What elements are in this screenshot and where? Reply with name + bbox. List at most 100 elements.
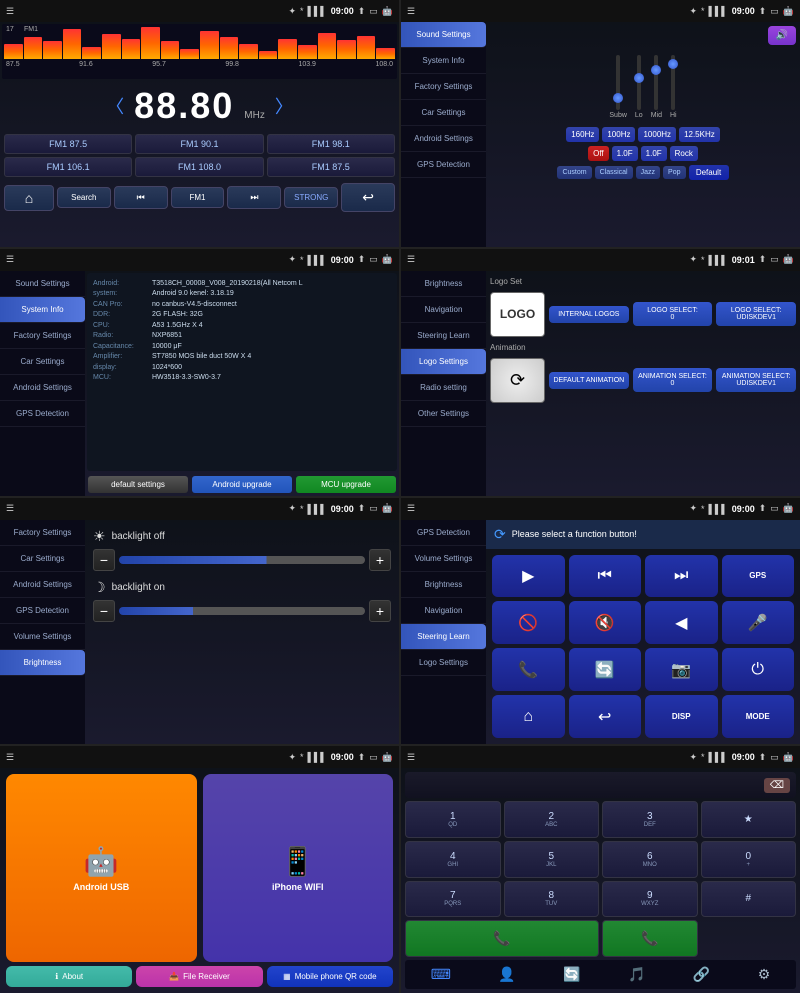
strong-button[interactable]: STRONG [284,187,338,208]
subw-slider[interactable]: Subw [609,55,627,119]
key-5[interactable]: 5JKL [504,841,600,878]
sb-volume[interactable]: Volume Settings [0,624,85,650]
sb-gps-det[interactable]: GPS Detection [401,520,486,546]
eq-rock[interactable]: Rock [670,146,698,161]
backlight-off-plus[interactable]: + [369,549,391,571]
sb-gps-b[interactable]: GPS Detection [0,598,85,624]
key-7[interactable]: 7PQRS [405,881,501,918]
gps-phone[interactable]: 📞 [492,648,565,691]
gps-next[interactable]: ⏭ [645,555,718,598]
sidebar-factory[interactable]: Factory Settings [0,323,85,349]
android-upgrade-btn[interactable]: Android upgrade [192,476,292,493]
preset-4[interactable]: FM1 106.1 [4,157,132,177]
key-1[interactable]: 1QD [405,801,501,838]
key-6[interactable]: 6MNO [602,841,698,878]
dial-contacts-icon[interactable]: 👤 [492,964,521,985]
freq-160hz[interactable]: 160Hz [566,127,599,142]
gps-camera[interactable]: 📷 [645,648,718,691]
sb-android-b[interactable]: Android Settings [0,572,85,598]
sidebar-other-l[interactable]: Other Settings [401,401,486,427]
sb-steering[interactable]: Steering Learn [401,624,486,650]
backlight-on-plus[interactable]: + [369,600,391,622]
sidebar-sound[interactable]: Sound Settings [0,271,85,297]
logo-select-udisk[interactable]: LOGO SELECT:UDISKDEV1 [716,302,796,326]
sidebar-item-sound-settings[interactable]: Sound Settings [401,22,486,48]
key-3[interactable]: 3DEF [602,801,698,838]
mcu-upgrade-btn[interactable]: MCU upgrade [296,476,396,493]
sb-bright-g[interactable]: Brightness [401,572,486,598]
key-hash[interactable]: # [701,881,797,918]
about-button[interactable]: ℹ About [6,966,132,987]
key-8[interactable]: 8TUV [504,881,600,918]
back-button[interactable]: ↩ [341,183,395,212]
mid-slider[interactable]: Mid [651,55,662,119]
sidebar-item-system-info[interactable]: System Info [401,48,486,74]
preset-custom[interactable]: Custom [557,166,591,179]
sidebar-logo-l[interactable]: Logo Settings [401,349,486,375]
logo-select-0[interactable]: LOGO SELECT:0 [633,302,713,326]
gps-mic[interactable]: 🎤 [722,601,795,644]
preset-1[interactable]: FM1 87.5 [4,134,132,154]
gps-home[interactable]: ⌂ [492,695,565,738]
preset-jazz[interactable]: Jazz [636,166,660,179]
sidebar-item-android[interactable]: Android Settings [401,126,486,152]
sidebar-android-s[interactable]: Android Settings [0,375,85,401]
sidebar-item-car[interactable]: Car Settings [401,100,486,126]
backlight-off-track[interactable] [119,556,365,564]
iphone-wifi-card[interactable]: 📱 iPhone WIFI [203,774,394,962]
android-usb-card[interactable]: 🤖 Android USB [6,774,197,962]
gps-refresh[interactable]: 🔄 [569,648,642,691]
sb-factory[interactable]: Factory Settings [0,520,85,546]
sb-logo-g[interactable]: Logo Settings [401,650,486,676]
next-button[interactable]: ⏭ [227,186,281,209]
anim-select-udisk[interactable]: ANIMATION SELECT:UDISKDEV1 [716,368,796,392]
gps-vol-down[interactable]: 🔇 [569,601,642,644]
eq-off[interactable]: Off [588,146,609,161]
key-star[interactable]: ★ [701,801,797,838]
key-4[interactable]: 4GHI [405,841,501,878]
preset-6[interactable]: FM1 87.5 [267,157,395,177]
preset-5[interactable]: FM1 108.0 [135,157,263,177]
freq-down-arrow[interactable]: 〈 [106,93,124,119]
gps-mode[interactable]: MODE [722,695,795,738]
default-settings-btn[interactable]: default settings [88,476,188,493]
gps-disp[interactable]: DISP [645,695,718,738]
sb-car[interactable]: Car Settings [0,546,85,572]
gps-mute[interactable]: 🚫 [492,601,565,644]
gps-back[interactable]: ◀ [645,601,718,644]
fm1-button[interactable]: FM1 [171,187,225,208]
audio-output-button[interactable]: 🔊 [768,26,796,45]
sb-vol-g[interactable]: Volume Settings [401,546,486,572]
sidebar-radio-l[interactable]: Radio setting [401,375,486,401]
dial-settings-icon[interactable]: ⚙ [752,964,777,985]
qr-code-button[interactable]: ▦ Mobile phone QR code [267,966,393,987]
gps-play[interactable]: ▶ [492,555,565,598]
dial-recent-icon[interactable]: 🔄 [557,964,586,985]
sidebar-navigation-l[interactable]: Navigation [401,297,486,323]
hangup-button[interactable]: 📞 [602,920,698,957]
backlight-on-track[interactable] [119,607,365,615]
key-9[interactable]: 9WXYZ [602,881,698,918]
sidebar-gps-s[interactable]: GPS Detection [0,401,85,427]
key-0[interactable]: 0+ [701,841,797,878]
freq-up-arrow[interactable]: 〉 [275,93,293,119]
preset-2[interactable]: FM1 90.1 [135,134,263,154]
delete-button[interactable]: ⌫ [764,778,790,793]
internal-logos-btn[interactable]: INTERNAL LOGOS [549,306,629,323]
sidebar-car[interactable]: Car Settings [0,349,85,375]
eq-1f-1[interactable]: 1.0F [612,146,638,161]
default-button[interactable]: Default [689,165,729,180]
gps-return[interactable]: ↩ [569,695,642,738]
sb-nav-g[interactable]: Navigation [401,598,486,624]
sidebar-sysinfo[interactable]: System Info [0,297,85,323]
search-button[interactable]: Search [57,187,111,208]
freq-12khz[interactable]: 12.5KHz [679,127,720,142]
dial-music-icon[interactable]: 🎵 [622,964,651,985]
lo-slider[interactable]: Lo [635,55,643,119]
file-receiver-button[interactable]: 📥 File Receiver [136,966,262,987]
sidebar-item-factory[interactable]: Factory Settings [401,74,486,100]
freq-1000hz[interactable]: 1000Hz [638,127,676,142]
freq-100hz[interactable]: 100Hz [602,127,635,142]
dial-keyboard-icon[interactable]: ⌨ [425,964,457,985]
sidebar-brightness-l[interactable]: Brightness [401,271,486,297]
